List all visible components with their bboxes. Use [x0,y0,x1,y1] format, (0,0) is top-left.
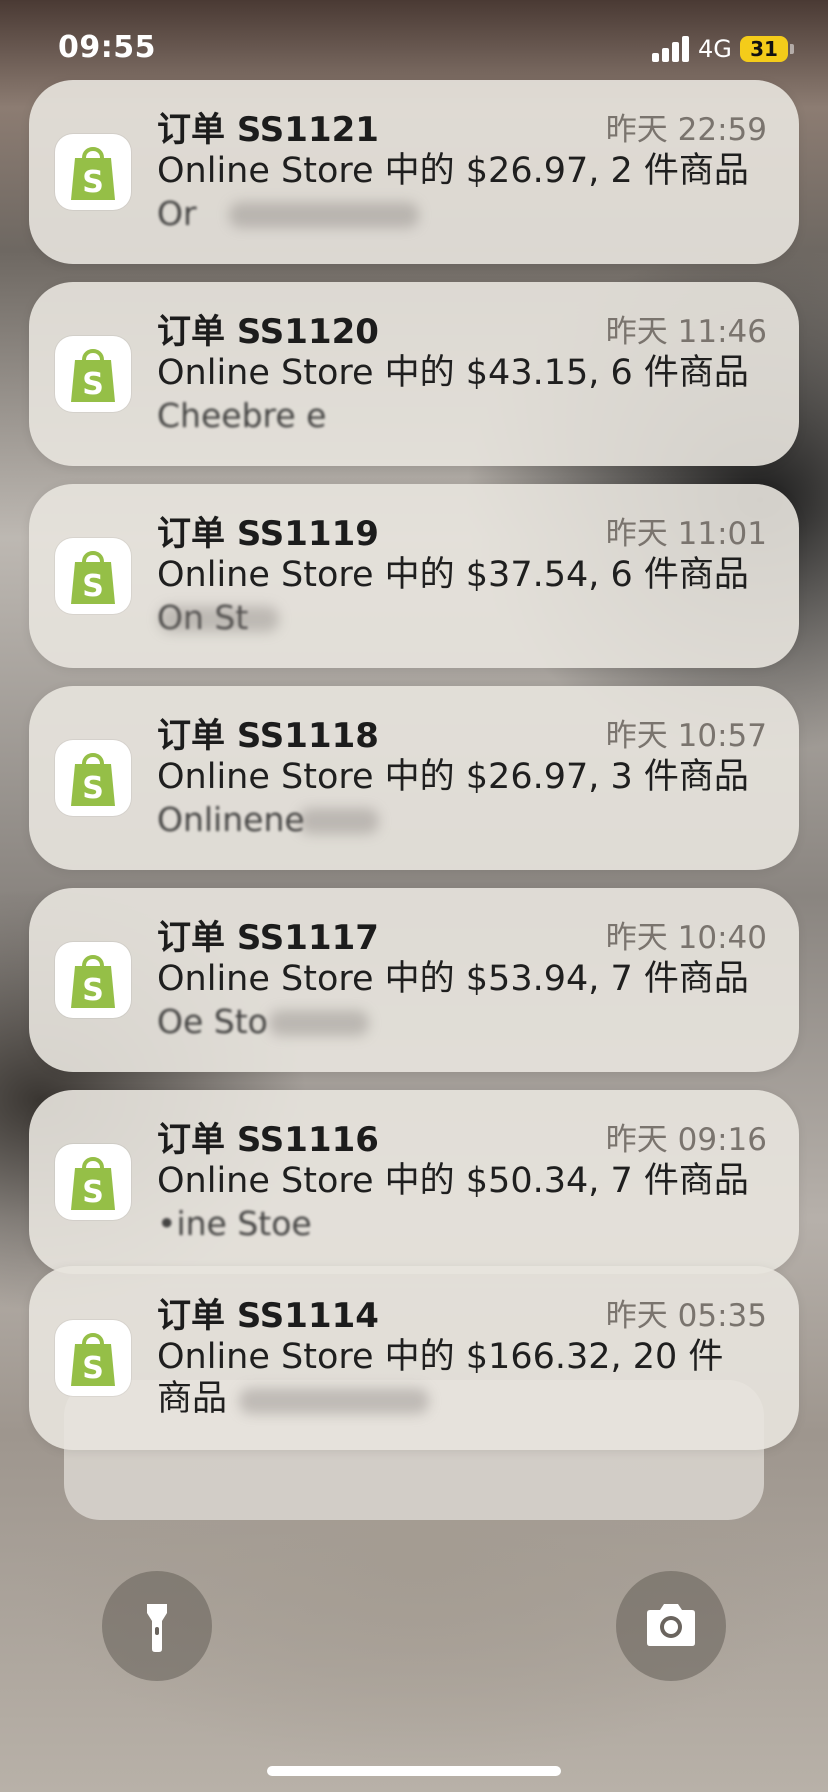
svg-text:S: S [82,973,104,1008]
notification-title: 订单 SS1120 [157,312,379,352]
notification-title: 订单 SS1121 [157,110,379,150]
shopify-bag-icon: S [55,1320,131,1396]
notification-time: 昨天 05:35 [605,1298,767,1334]
notification-body: Online Store 中的 $37.54, 6 件商品 [157,555,749,595]
svg-text:S: S [82,771,104,806]
notification-card[interactable]: S 订单 SS1120 昨天 11:46 Online Store 中的 $43… [29,282,799,466]
shopify-bag-icon: S [55,134,131,210]
home-indicator[interactable] [267,1766,561,1776]
notification-card[interactable]: S 订单 SS1121 昨天 22:59 Online Store 中的 $26… [29,80,799,264]
notification-card[interactable]: S 订单 SS1114 昨天 05:35 Online Store 中的 $16… [29,1266,799,1450]
notification-time: 昨天 11:46 [605,314,767,350]
notification-body: Online Store 中的 $50.34, 7 件商品 [157,1161,749,1201]
svg-text:S: S [82,1175,104,1210]
shopify-bag-icon: S [55,1144,131,1220]
notification-time: 昨天 10:40 [605,920,767,956]
notification-time: 昨天 22:59 [605,112,767,148]
redacted-text [159,606,279,632]
notification-body: Online Store 中的 $43.15, 6 件商品 [157,353,749,393]
shopify-bag-icon: S [55,740,131,816]
notification-time: 昨天 10:57 [605,718,767,754]
redacted-text [239,1388,429,1414]
notification-title: 订单 SS1119 [157,514,379,554]
redacted-text [269,1010,369,1036]
shopify-bag-icon: S [55,538,131,614]
notification-time: 昨天 11:01 [605,516,767,552]
notification-stack: S 订单 SS1121 昨天 22:59 Online Store 中的 $26… [0,0,828,1792]
svg-text:S: S [82,165,104,200]
camera-button[interactable] [616,1571,726,1681]
flashlight-icon [147,1604,167,1652]
notification-preview: Onlinene [157,800,305,839]
svg-text:S: S [82,569,104,604]
shopify-bag-icon: S [55,942,131,1018]
notification-preview: Or [157,194,197,233]
notification-body: Online Store 中的 $26.97, 2 件商品 [157,151,749,191]
svg-text:S: S [82,367,104,402]
notification-title: 订单 SS1116 [157,1120,379,1160]
notification-title: 订单 SS1117 [157,918,379,958]
notification-time: 昨天 09:16 [605,1122,767,1158]
shopify-bag-icon: S [55,336,131,412]
flashlight-button[interactable] [102,1571,212,1681]
notification-card[interactable]: S 订单 SS1118 昨天 10:57 Online Store 中的 $26… [29,686,799,870]
notification-card[interactable]: S 订单 SS1117 昨天 10:40 Online Store 中的 $53… [29,888,799,1072]
notification-card[interactable]: S 订单 SS1119 昨天 11:01 Online Store 中的 $37… [29,484,799,668]
redacted-text [229,202,419,228]
notification-preview: •ine Stoe [157,1204,312,1243]
redacted-text [299,808,379,834]
notification-preview: Cheebre e [157,396,327,435]
camera-icon [647,1604,695,1646]
notification-body: Online Store 中的 $53.94, 7 件商品 [157,959,749,999]
notification-title: 订单 SS1118 [157,716,379,756]
notification-title: 订单 SS1114 [157,1296,379,1336]
notification-preview: Oe Sto [157,1002,268,1041]
notification-card[interactable]: S 订单 SS1116 昨天 09:16 Online Store 中的 $50… [29,1090,799,1274]
notification-body: Online Store 中的 $166.32, 20 件 [157,1337,724,1377]
svg-text:S: S [82,1351,104,1386]
notification-body: Online Store 中的 $26.97, 3 件商品 [157,757,749,797]
